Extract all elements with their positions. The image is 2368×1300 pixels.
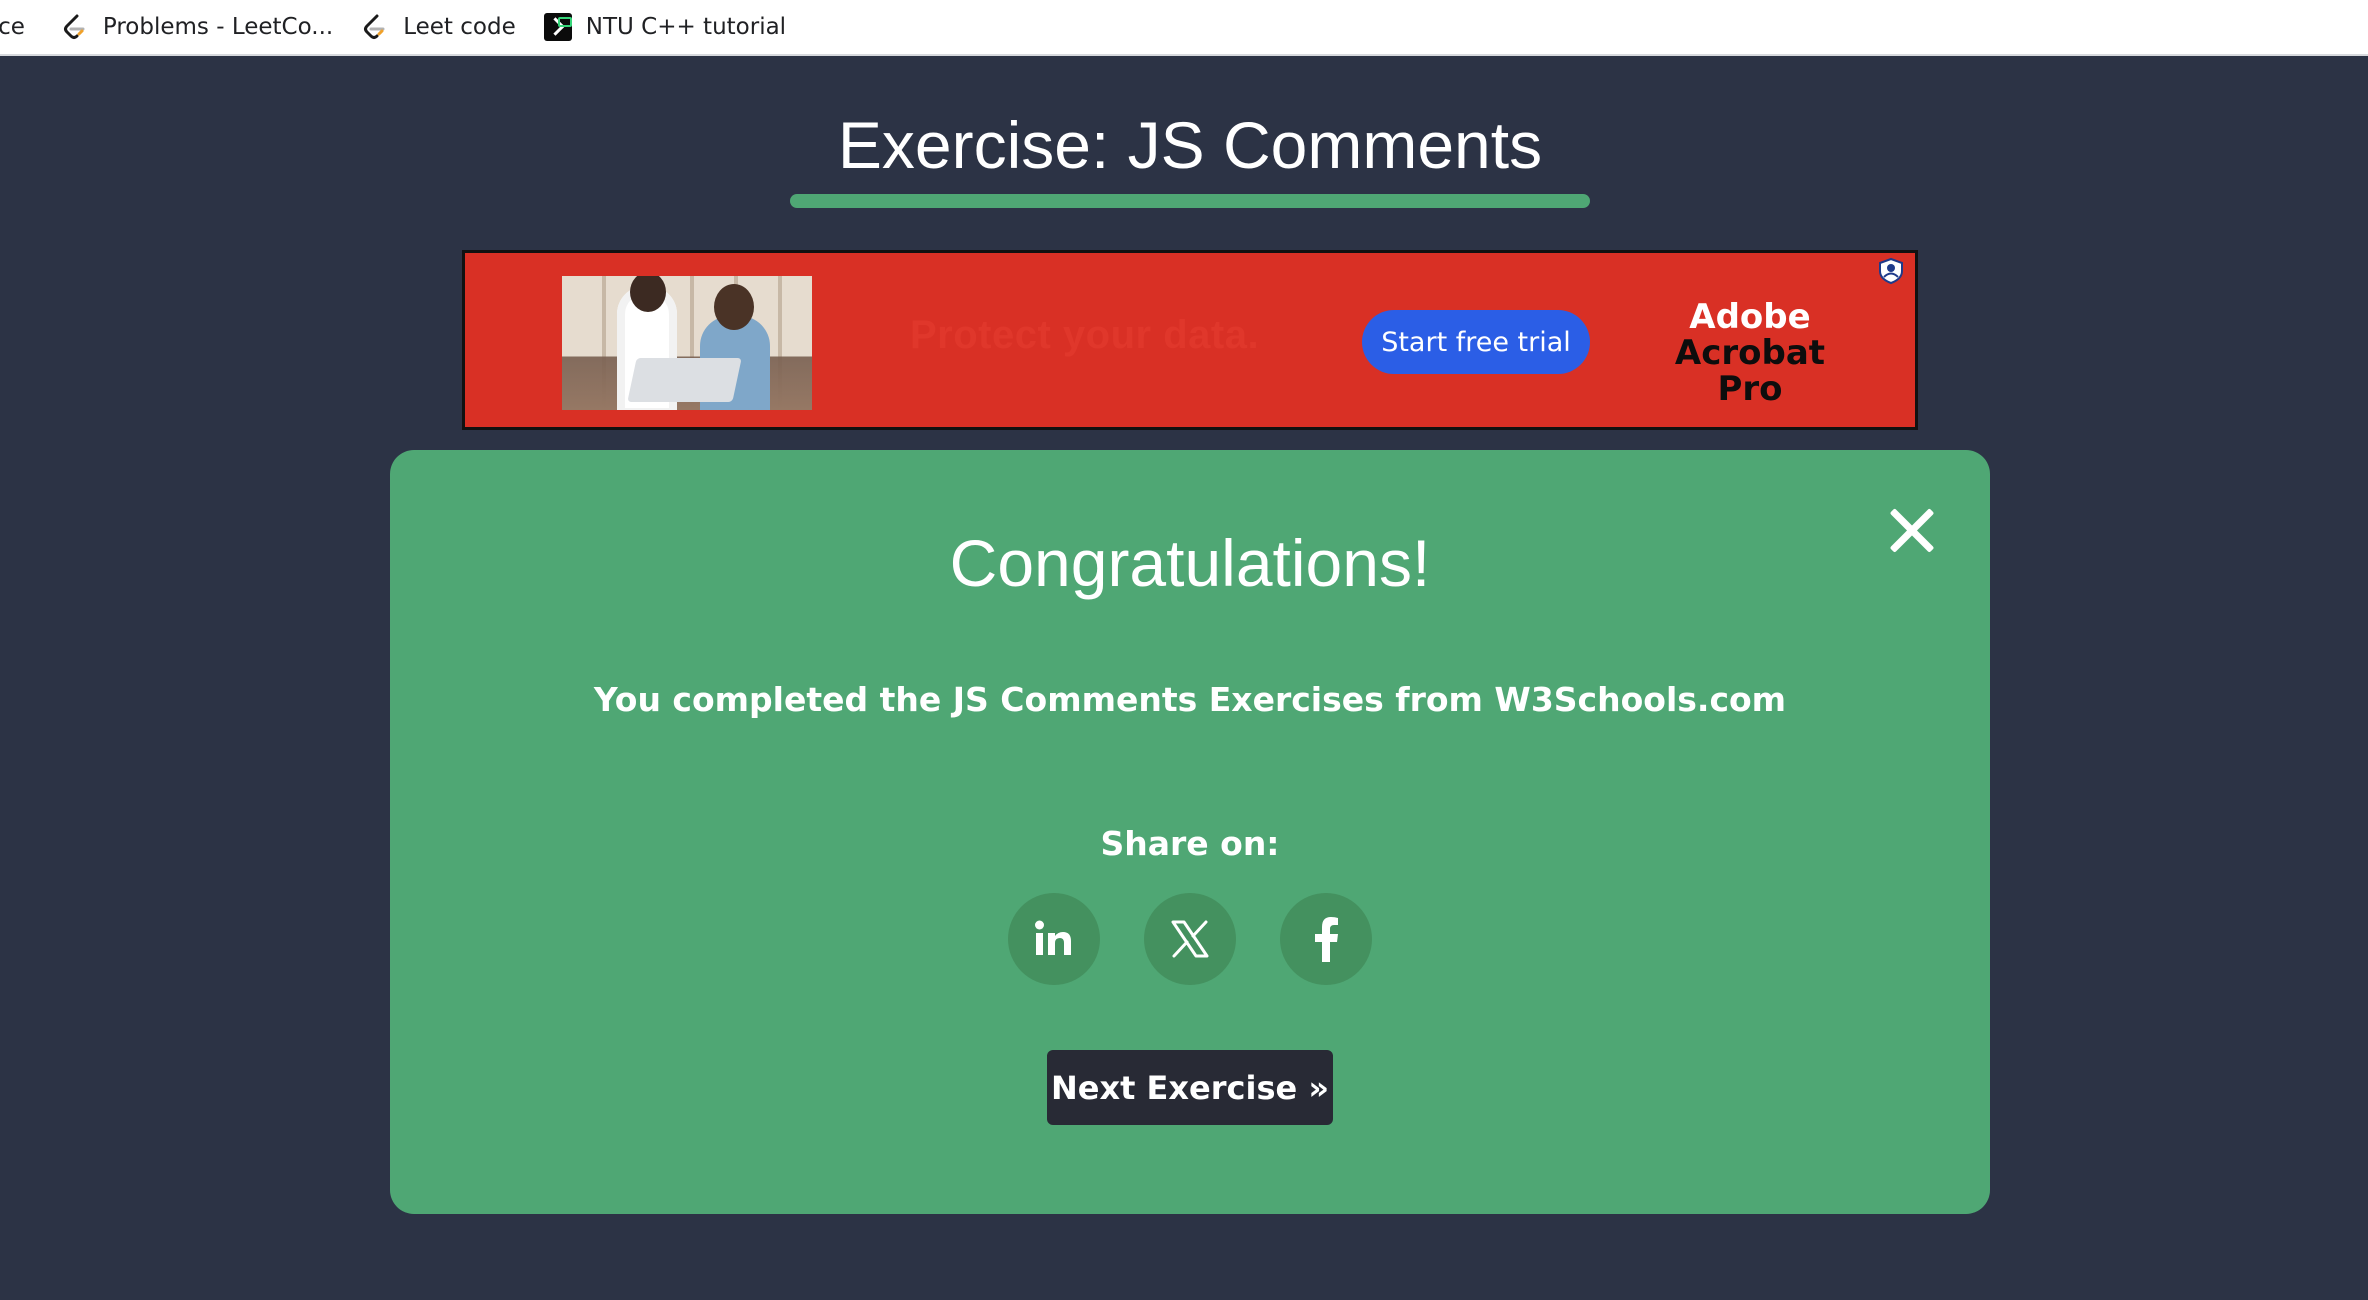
ad-photo xyxy=(562,276,812,410)
terminal-icon xyxy=(543,13,572,41)
congratulations-modal: Congratulations! You completed the JS Co… xyxy=(390,450,1990,1214)
congratulations-title: Congratulations! xyxy=(949,526,1431,600)
share-linkedin-button[interactable] xyxy=(1008,893,1100,985)
share-label: Share on: xyxy=(1100,824,1280,863)
start-free-trial-button[interactable]: Start free trial xyxy=(1362,310,1590,374)
ad-choices-icon[interactable] xyxy=(1877,257,1905,285)
share-facebook-button[interactable] xyxy=(1280,893,1372,985)
x-icon xyxy=(1171,920,1209,958)
bookmark-label: Leet code xyxy=(403,14,516,40)
bookmark-ntu-cpp-tutorial[interactable]: NTU C++ tutorial xyxy=(543,5,787,49)
bookmark-ace[interactable]: ace xyxy=(0,5,25,49)
completion-message: You completed the JS Comments Exercises … xyxy=(593,680,1787,719)
ad-photo-laptop xyxy=(627,358,742,402)
ad-banner[interactable]: Protect your data. Start free trial Adob… xyxy=(462,250,1918,430)
leetcode-icon xyxy=(361,13,389,41)
ad-tagline: Protect your data. xyxy=(910,313,1260,357)
ad-brand: Adobe Acrobat Pro xyxy=(1645,299,1855,407)
bookmark-label: NTU C++ tutorial xyxy=(585,14,787,40)
bookmark-label: ace xyxy=(0,14,25,40)
bookmark-problems-leetcode[interactable]: Problems - LeetCo... xyxy=(61,5,333,49)
bookmark-label: Problems - LeetCo... xyxy=(102,14,334,40)
share-x-button[interactable] xyxy=(1144,893,1236,985)
page-title: Exercise: JS Comments xyxy=(837,108,1543,182)
facebook-icon xyxy=(1315,917,1338,962)
ad-brand-line1: Adobe xyxy=(1689,297,1811,337)
ad-photo-head xyxy=(714,284,754,330)
next-exercise-button[interactable]: Next Exercise » xyxy=(1047,1050,1333,1125)
leetcode-icon xyxy=(61,13,89,41)
title-underline xyxy=(790,194,1590,208)
linkedin-icon xyxy=(1035,920,1071,955)
share-buttons xyxy=(1008,893,1372,985)
bookmarks-bar: ace Problems - LeetCo... Leet code NTU C… xyxy=(0,0,2368,56)
ad-brand-line2: Acrobat Pro xyxy=(1674,333,1826,409)
bookmark-leet-code[interactable]: Leet code xyxy=(361,5,516,49)
